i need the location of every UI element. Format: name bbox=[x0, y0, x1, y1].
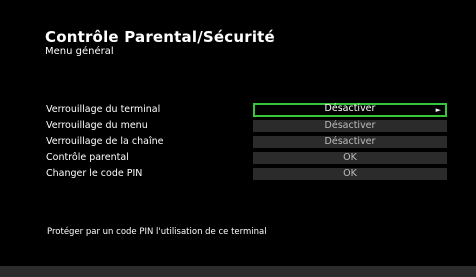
menu-row-label: Changer le code PIN bbox=[46, 168, 143, 179]
menu-lock-value-selector[interactable]: Désactiver bbox=[253, 120, 447, 132]
arrow-right-icon: ► bbox=[435, 106, 441, 114]
menu-row-label: Verrouillage du terminal bbox=[46, 104, 161, 115]
menu-row-value: Désactiver bbox=[324, 136, 376, 147]
menu-row-value: Désactiver bbox=[324, 103, 376, 114]
menu-row-label: Verrouillage du menu bbox=[46, 120, 148, 131]
parental-control-ok-button[interactable]: OK bbox=[253, 152, 447, 164]
menu-row-value: Désactiver bbox=[324, 120, 376, 131]
menu-row-label: Contrôle parental bbox=[46, 152, 129, 163]
menu-row-parental-control[interactable]: Contrôle parental OK bbox=[44, 152, 450, 164]
channel-lock-value-selector[interactable]: Désactiver bbox=[253, 136, 447, 148]
change-pin-ok-button[interactable]: OK bbox=[253, 168, 447, 180]
bottom-band bbox=[0, 266, 476, 277]
menu-row-channel-lock[interactable]: Verrouillage de la chaîne Désactiver bbox=[44, 136, 450, 148]
menu-row-value: OK bbox=[343, 168, 357, 179]
menu-row-value: OK bbox=[343, 152, 357, 163]
menu-row-terminal-lock[interactable]: Verrouillage du terminal Désactiver ► bbox=[44, 103, 450, 117]
menu-row-change-pin[interactable]: Changer le code PIN OK bbox=[44, 168, 450, 180]
menu-row-label: Verrouillage de la chaîne bbox=[46, 136, 164, 147]
terminal-lock-value-selector[interactable]: Désactiver ► bbox=[253, 103, 447, 117]
menu-row-menu-lock[interactable]: Verrouillage du menu Désactiver bbox=[44, 120, 450, 132]
tv-screen: Contrôle Parental/Sécurité Menu général … bbox=[0, 0, 476, 277]
help-text: Protéger par un code PIN l'utilisation d… bbox=[47, 227, 267, 237]
